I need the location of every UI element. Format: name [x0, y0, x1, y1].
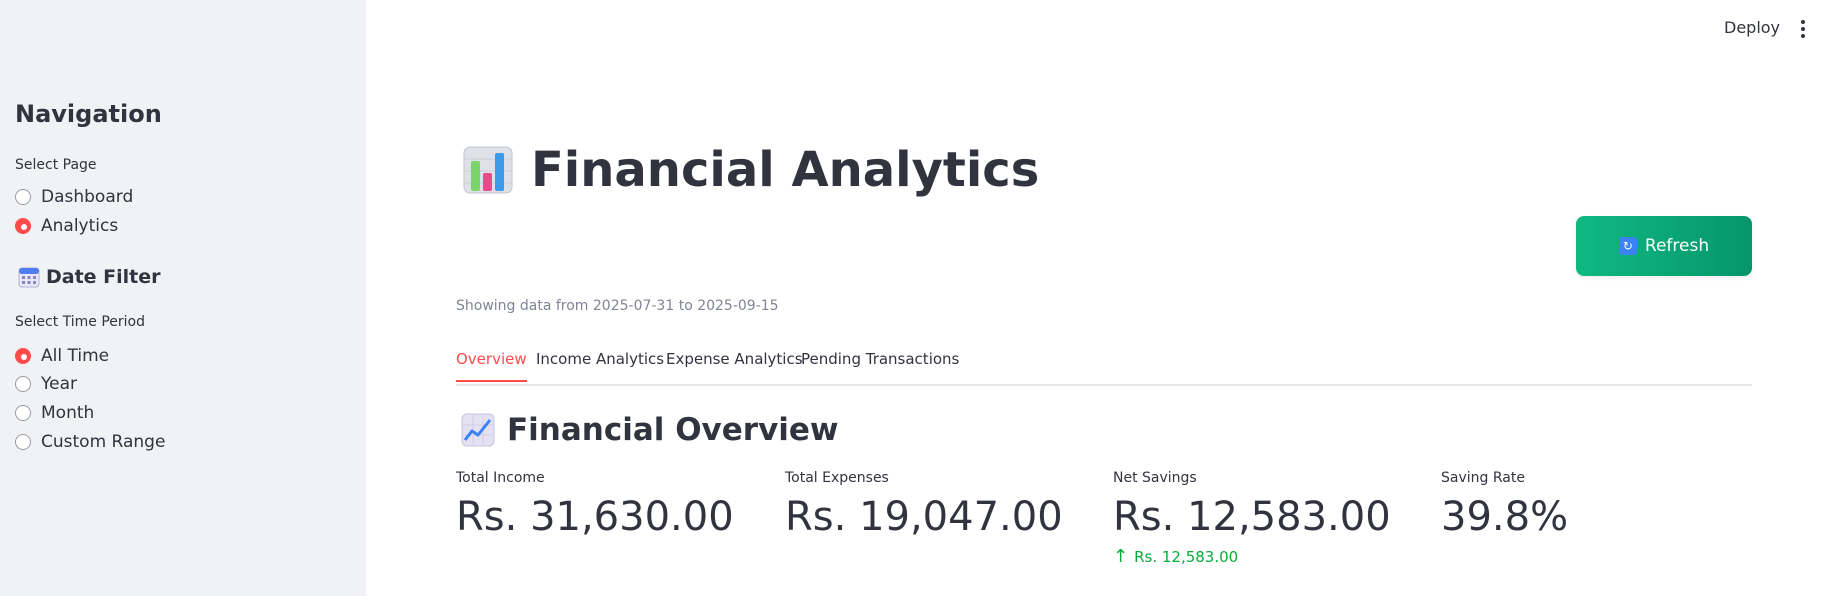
radio-checked-icon — [15, 218, 31, 234]
date-range-caption: Showing data from 2025-07-31 to 2025-09-… — [456, 298, 779, 314]
radio-label: Analytics — [41, 216, 119, 236]
date-filter-title: Date Filter — [46, 266, 161, 288]
calendar-icon — [18, 267, 40, 288]
metric-net-savings: Net Savings Rs. 12,583.00 ↑ Rs. 12,583.0… — [1113, 470, 1391, 567]
deploy-button[interactable]: Deploy — [1724, 18, 1780, 37]
page-title-text: Financial Analytics — [531, 142, 1040, 198]
tab-pending-transactions[interactable]: Pending Transactions — [801, 350, 959, 380]
kebab-menu-icon[interactable] — [1800, 20, 1806, 40]
sidebar-title: Navigation — [15, 100, 162, 128]
refresh-label: Refresh — [1644, 236, 1710, 256]
metric-value: Rs. 31,630.00 — [456, 494, 734, 540]
section-title: Financial Overview — [461, 412, 839, 448]
metric-total-income: Total Income Rs. 31,630.00 — [456, 470, 734, 540]
metric-label: Net Savings — [1113, 470, 1197, 486]
radio-circle-icon — [15, 405, 31, 421]
page-title: Financial Analytics — [463, 140, 1039, 200]
radio-label: Month — [41, 403, 95, 423]
metric-saving-rate: Saving Rate 39.8% — [1441, 470, 1568, 540]
refresh-icon: ↻ — [1618, 237, 1637, 255]
metric-value: Rs. 19,047.00 — [785, 494, 1063, 540]
radio-label: Dashboard — [41, 187, 134, 207]
tab-overview[interactable]: Overview — [456, 350, 527, 382]
radio-checked-icon — [15, 348, 31, 364]
metric-delta: ↑ Rs. 12,583.00 — [1113, 546, 1391, 567]
metric-value: 39.8% — [1441, 494, 1569, 540]
radio-label: All Time — [41, 346, 110, 366]
radio-dashboard[interactable]: Dashboard — [15, 185, 133, 209]
radio-label: Custom Range — [41, 432, 166, 452]
sidebar: Navigation Select Page Dashboard Analyti… — [0, 0, 366, 596]
radio-all-time[interactable]: All Time — [15, 344, 109, 368]
section-title-text: Financial Overview — [507, 412, 839, 448]
bar-chart-icon — [463, 146, 513, 194]
metric-label: Saving Rate — [1441, 470, 1525, 486]
metric-delta-value: Rs. 12,583.00 — [1134, 547, 1239, 566]
metric-label: Total Income — [456, 470, 545, 486]
radio-analytics[interactable]: Analytics — [15, 214, 118, 238]
refresh-button[interactable]: ↻ Refresh — [1576, 216, 1752, 276]
radio-month[interactable]: Month — [15, 401, 94, 425]
tab-income-analytics[interactable]: Income Analytics — [536, 350, 664, 380]
select-page-label: Select Page — [15, 157, 97, 173]
radio-circle-icon — [15, 434, 31, 450]
radio-year[interactable]: Year — [15, 372, 77, 396]
select-time-period-label: Select Time Period — [15, 314, 146, 330]
radio-custom-range[interactable]: Custom Range — [15, 430, 165, 454]
tab-expense-analytics[interactable]: Expense Analytics — [666, 350, 803, 380]
metric-total-expenses: Total Expenses Rs. 19,047.00 — [785, 470, 1063, 540]
radio-circle-icon — [15, 189, 31, 205]
arrow-up-icon: ↑ — [1113, 546, 1129, 567]
trend-chart-icon — [461, 413, 495, 447]
date-filter-heading: Date Filter — [18, 266, 161, 288]
tab-bar: Overview Income Analytics Expense Analyt… — [456, 348, 1752, 386]
metric-label: Total Expenses — [785, 470, 889, 486]
radio-circle-icon — [15, 376, 31, 392]
metric-value: Rs. 12,583.00 — [1113, 494, 1391, 540]
radio-label: Year — [41, 374, 77, 394]
